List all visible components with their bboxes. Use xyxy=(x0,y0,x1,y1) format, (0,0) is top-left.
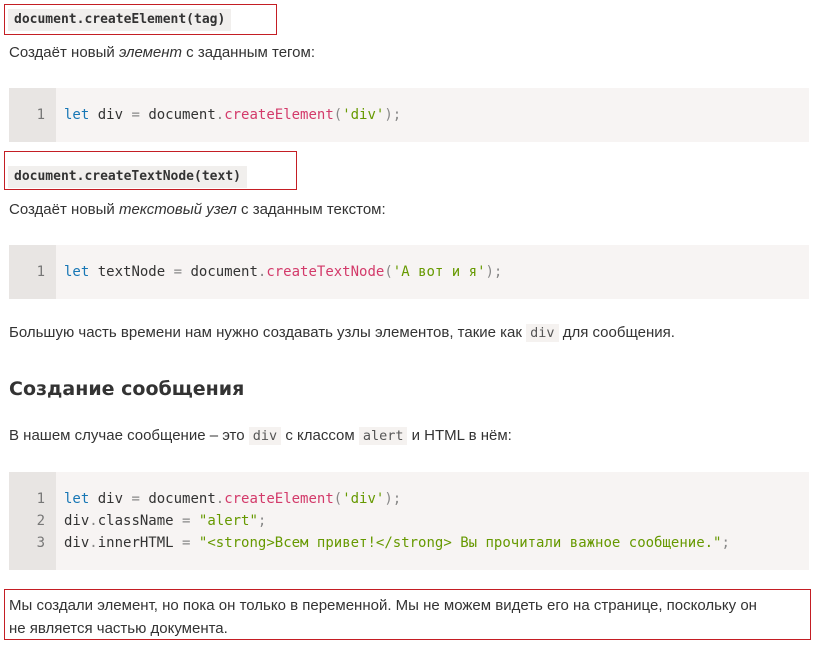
code-token: div xyxy=(89,107,132,123)
description-text: с заданным тегом: xyxy=(182,44,316,61)
code-token: let xyxy=(64,107,90,123)
code-token: "<strong>Всем привет!</strong> Вы прочит… xyxy=(198,535,722,551)
description-text: с заданным текстом: xyxy=(236,201,386,218)
inline-code-div: div xyxy=(526,324,559,342)
code-token: let xyxy=(64,491,90,507)
code-token: createElement xyxy=(224,107,334,123)
description-create-text-node: Создаёт новый текстовый узел с заданным … xyxy=(9,199,386,221)
code-token: . xyxy=(89,535,98,551)
code-token: className xyxy=(97,513,183,529)
code-token: let xyxy=(64,264,90,280)
code-line: div.innerHTML = "<strong>Всем привет!</s… xyxy=(64,532,730,554)
code-token: = xyxy=(173,264,183,280)
code-token: document xyxy=(139,107,216,123)
code-token: = xyxy=(131,107,140,123)
code-token: ); xyxy=(384,107,402,123)
code-token: document xyxy=(139,491,216,507)
line-number: 1 xyxy=(36,107,45,123)
line-number: 3 xyxy=(36,535,45,551)
paragraph-text: и HTML в нём: xyxy=(407,427,512,444)
code-token: div xyxy=(64,535,90,551)
code-token: ; xyxy=(257,513,267,529)
code-token: 'div' xyxy=(342,107,385,123)
code-body: let div = document.createElement('div');… xyxy=(56,472,730,570)
code-token: document xyxy=(182,264,258,280)
code-token: ; xyxy=(721,535,730,551)
line-number: 1 xyxy=(36,264,45,280)
code-token: div xyxy=(64,513,90,529)
code-token: ( xyxy=(384,264,393,280)
final-note-line: Мы создали элемент, но пока он только в … xyxy=(9,597,757,614)
section-heading: Создание сообщения xyxy=(9,378,245,400)
paragraph-most-time: Большую часть времени нам нужно создават… xyxy=(9,322,675,344)
code-block-create-message: 123 let div = document.createElement('di… xyxy=(9,472,809,570)
final-note: Мы создали элемент, но пока он только в … xyxy=(9,594,757,640)
line-number: 2 xyxy=(36,513,45,529)
code-token: innerHTML xyxy=(97,535,183,551)
code-line: div.className = "alert"; xyxy=(64,510,730,532)
code-token: ); xyxy=(485,264,503,280)
line-number: 1 xyxy=(36,491,45,507)
final-note-line: не является частью документа. xyxy=(9,620,228,637)
code-token: . xyxy=(215,107,225,123)
code-block-create-element: 1 let div = document.createElement('div'… xyxy=(9,88,809,142)
code-token: createElement xyxy=(224,491,334,507)
paragraph-text: для сообщения. xyxy=(558,324,675,341)
inline-code-div: div xyxy=(248,427,282,445)
code-token: "alert" xyxy=(198,513,258,529)
description-emphasis: элемент xyxy=(118,44,183,61)
code-token: ( xyxy=(333,107,343,123)
description-create-element: Создаёт новый элемент с заданным тегом: xyxy=(9,42,315,64)
code-token: = xyxy=(131,491,140,507)
line-numbers-gutter: 1 2 3 xyxy=(9,472,56,570)
method-chip-create-element: document.createElement(tag) xyxy=(8,9,232,31)
code-line: let div = document.createElement('div'); xyxy=(64,104,401,126)
code-body: let div = document.createElement('div'); xyxy=(56,88,401,142)
code-token: 'А вот и я' xyxy=(392,264,486,280)
code-token: . xyxy=(89,513,98,529)
code-body: let textNode = document.createTextNode('… xyxy=(56,245,502,299)
code-line: let textNode = document.createTextNode('… xyxy=(64,261,502,283)
line-numbers-gutter: 1 xyxy=(9,88,56,142)
code-block-create-text-node: 1 let textNode = document.createTextNode… xyxy=(9,245,809,299)
code-token: div xyxy=(89,491,132,507)
code-token: ); xyxy=(384,491,402,507)
paragraph-text: с классом xyxy=(281,427,359,444)
paragraph-our-case: В нашем случае сообщение – это div с кла… xyxy=(9,425,512,447)
line-numbers-gutter: 1 xyxy=(9,245,56,299)
code-token: textNode xyxy=(89,264,174,280)
paragraph-text: Большую часть времени нам нужно создават… xyxy=(9,324,527,341)
inline-code-alert: alert xyxy=(358,427,408,445)
code-token: createTextNode xyxy=(266,264,385,280)
description-emphasis: текстовый узел xyxy=(118,201,237,218)
description-text: Создаёт новый xyxy=(9,44,119,61)
code-token: ( xyxy=(333,491,343,507)
method-chip-create-text-node: document.createTextNode(text) xyxy=(8,166,247,188)
description-text: Создаёт новый xyxy=(9,201,119,218)
code-token: 'div' xyxy=(342,491,385,507)
code-line: let div = document.createElement('div'); xyxy=(64,488,730,510)
code-token: . xyxy=(215,491,225,507)
paragraph-text: В нашем случае сообщение – это xyxy=(9,427,249,444)
